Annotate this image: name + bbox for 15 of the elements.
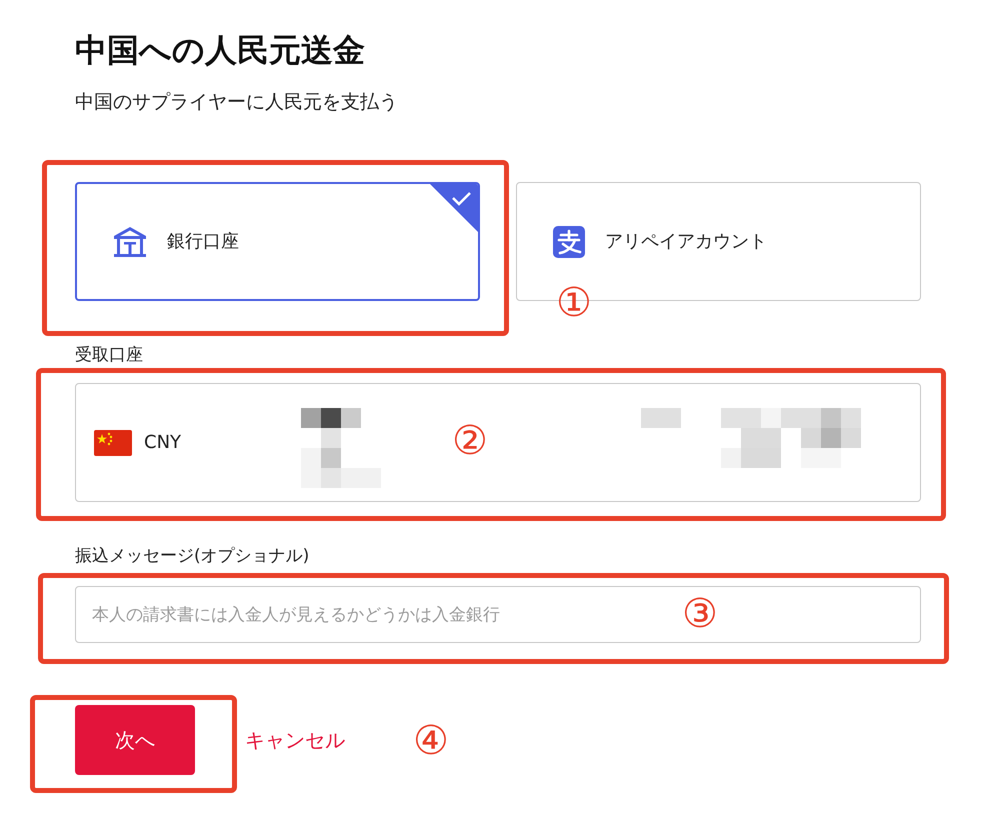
next-button[interactable]: 次へ bbox=[75, 705, 195, 775]
page-subtitle: 中国のサプライヤーに人民元を支払う bbox=[75, 90, 399, 115]
payment-option-card[interactable]: 銀行口座 bbox=[75, 182, 480, 301]
check-corner-icon bbox=[430, 184, 478, 232]
annotation-number: ③ bbox=[682, 590, 718, 639]
page-title: 中国への人民元送金 bbox=[75, 30, 366, 71]
annotation-number: ② bbox=[452, 417, 488, 466]
annotation-number: ④ bbox=[413, 717, 449, 766]
cancel-link[interactable]: キャンセル bbox=[245, 725, 345, 755]
currency-code: CNY bbox=[144, 431, 182, 455]
wallet-app-icon bbox=[553, 226, 585, 258]
field-label: 受取口座 bbox=[75, 344, 143, 367]
flag-icon bbox=[94, 430, 132, 456]
bank-icon bbox=[113, 226, 147, 258]
field-label: 振込メッセージ(オプショナル) bbox=[75, 545, 310, 568]
